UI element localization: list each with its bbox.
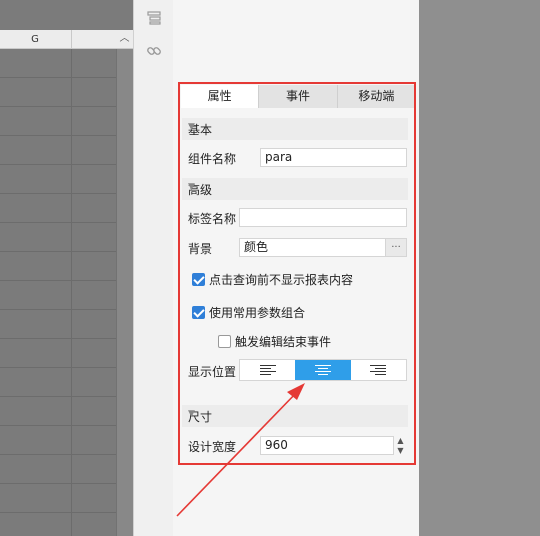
spreadsheet-area: G ︿ bbox=[0, 0, 134, 536]
tool-strip bbox=[133, 0, 174, 536]
grid-column-line bbox=[71, 49, 72, 536]
widget-list-icon[interactable] bbox=[146, 10, 162, 26]
link-icon[interactable] bbox=[146, 43, 162, 59]
highlight-frame bbox=[178, 82, 416, 465]
right-background bbox=[419, 0, 540, 536]
scroll-up-icon[interactable]: ︿ bbox=[116, 30, 133, 48]
column-divider bbox=[71, 30, 72, 48]
column-header-g[interactable]: G bbox=[0, 30, 70, 48]
cell-grid[interactable] bbox=[0, 49, 116, 536]
column-header-row: G ︿ bbox=[0, 30, 133, 49]
vertical-scrollbar[interactable] bbox=[116, 49, 134, 536]
